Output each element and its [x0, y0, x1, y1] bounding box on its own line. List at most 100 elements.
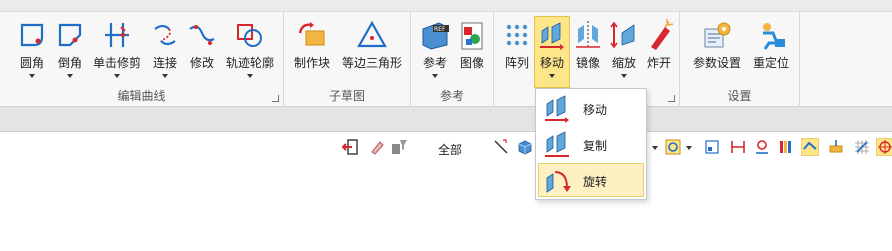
- explode-label: 炸开: [646, 56, 671, 70]
- menu-item-label: 旋转: [583, 175, 608, 189]
- scale-icon: [610, 21, 635, 49]
- connect-icon: [154, 24, 176, 46]
- group-sub-sketch: 制作块 等边三角形 子草图: [284, 12, 411, 107]
- group-label-reference: 参考: [439, 89, 464, 103]
- trim-label: 单击修剪: [92, 56, 141, 70]
- image-button[interactable]: 图像: [453, 16, 491, 88]
- group-launcher[interactable]: [668, 95, 675, 102]
- align-icon[interactable]: [827, 138, 845, 156]
- image-label: 图像: [459, 56, 484, 70]
- tab-bar: [0, 107, 892, 132]
- explode-button[interactable]: 炸开: [642, 16, 676, 88]
- filter-icon[interactable]: [390, 138, 408, 156]
- group-label-settings: 设置: [727, 89, 752, 103]
- relocate-label: 重定位: [752, 56, 789, 70]
- mirror-button[interactable]: 镜像: [570, 16, 606, 88]
- explode-icon: [651, 19, 674, 50]
- trace-contour-button[interactable]: 轨迹轮廓: [222, 16, 278, 88]
- fillet-button[interactable]: 圆角: [12, 16, 52, 88]
- dimension-icon[interactable]: [729, 138, 747, 156]
- trim-button[interactable]: 单击修剪: [88, 16, 146, 88]
- reference-icon: REF: [422, 22, 449, 50]
- move-dropdown-menu: 移动 复制 旋转: [535, 88, 647, 200]
- connect-label: 连接: [152, 56, 177, 70]
- move-label: 移动: [539, 56, 564, 70]
- menu-item-rotate[interactable]: 旋转: [538, 163, 644, 197]
- chevron-down-icon[interactable]: [621, 74, 627, 78]
- chevron-down-icon[interactable]: [67, 74, 73, 78]
- trace-contour-icon: [237, 24, 262, 47]
- move-icon: [540, 22, 564, 50]
- reference-label: 参考: [422, 56, 447, 70]
- sketch-box-icon[interactable]: [703, 138, 721, 156]
- settings-gear-icon: [704, 22, 731, 48]
- relocate-button[interactable]: 重定位: [748, 16, 794, 88]
- chevron-down-icon[interactable]: [652, 146, 658, 150]
- make-block-icon: [298, 22, 325, 46]
- ribbon: 圆角 倒角 单击修剪 连接 修改 轨迹轮廓 编辑曲线 制作块 等边三角形 子草图…: [0, 12, 892, 107]
- group-label-sub-sketch: 子草图: [328, 89, 365, 103]
- triangle-icon: [357, 20, 387, 48]
- group-settings: 参数设置 重定位 设置: [680, 12, 800, 107]
- menu-item-move[interactable]: 移动: [538, 91, 644, 125]
- chevron-down-icon[interactable]: [162, 74, 168, 78]
- move-icon: [545, 95, 569, 123]
- chevron-down-icon[interactable]: [432, 74, 438, 78]
- group-launcher[interactable]: [272, 95, 279, 102]
- make-block-label: 制作块: [293, 56, 330, 70]
- group-label-edit-curves: 编辑曲线: [117, 89, 166, 103]
- modify-button[interactable]: 修改: [184, 16, 220, 88]
- exit-icon[interactable]: [341, 138, 359, 156]
- group-reference: REF 参考 图像 参考: [411, 12, 494, 107]
- constraint-icon[interactable]: [753, 138, 771, 156]
- array-icon: [506, 24, 528, 46]
- move-button[interactable]: 移动: [534, 16, 570, 88]
- select-arrow-icon[interactable]: [492, 138, 510, 156]
- color-palette-icon[interactable]: [777, 138, 795, 156]
- svg-text:REF: REF: [434, 26, 446, 33]
- chevron-down-icon[interactable]: [114, 74, 120, 78]
- mirror-icon: [576, 21, 600, 49]
- array-label: 阵列: [504, 56, 529, 70]
- curve-select-icon[interactable]: [801, 138, 819, 156]
- connect-button[interactable]: 连接: [146, 16, 184, 88]
- chamfer-button[interactable]: 倒角: [50, 16, 90, 88]
- modify-icon: [189, 25, 215, 45]
- fillet-label: 圆角: [19, 56, 44, 70]
- scale-label: 缩放: [611, 56, 636, 70]
- menu-item-copy[interactable]: 复制: [538, 127, 644, 161]
- center-snap-icon[interactable]: [876, 138, 892, 156]
- menu-item-label: 复制: [583, 139, 608, 153]
- chamfer-label: 倒角: [57, 56, 82, 70]
- array-button[interactable]: 阵列: [498, 16, 536, 88]
- chevron-down-icon[interactable]: [247, 74, 253, 78]
- copy-icon: [545, 131, 569, 157]
- title-strip: [0, 0, 892, 12]
- menu-item-label: 移动: [583, 103, 608, 117]
- parameter-settings-label: 参数设置: [692, 56, 741, 70]
- scale-button[interactable]: 缩放: [606, 16, 642, 88]
- snap-target-icon[interactable]: [664, 138, 682, 156]
- selection-filter-value[interactable]: 全部: [438, 141, 462, 158]
- grid-snap-icon[interactable]: [853, 138, 871, 156]
- fillet-icon: [20, 23, 44, 47]
- mirror-label: 镜像: [575, 56, 600, 70]
- trim-icon: [105, 23, 129, 47]
- make-block-button[interactable]: 制作块: [288, 16, 336, 88]
- chevron-down-icon[interactable]: [549, 74, 555, 78]
- eraser-icon[interactable]: [368, 138, 386, 156]
- trace-contour-label: 轨迹轮廓: [225, 56, 274, 70]
- reference-button[interactable]: REF 参考: [415, 16, 455, 88]
- parameter-settings-button[interactable]: 参数设置: [686, 16, 748, 88]
- chamfer-icon: [58, 23, 82, 47]
- image-icon: [461, 22, 483, 50]
- equilateral-triangle-label: 等边三角形: [341, 56, 402, 70]
- equilateral-triangle-button[interactable]: 等边三角形: [338, 16, 406, 88]
- chevron-down-icon[interactable]: [686, 146, 692, 150]
- cube-icon[interactable]: [516, 138, 534, 156]
- modify-label: 修改: [189, 56, 214, 70]
- chevron-down-icon[interactable]: [29, 74, 35, 78]
- group-edit-curves: 圆角 倒角 单击修剪 连接 修改 轨迹轮廓 编辑曲线: [0, 12, 284, 107]
- rotate-icon: [546, 171, 571, 193]
- relocate-icon: [763, 23, 785, 50]
